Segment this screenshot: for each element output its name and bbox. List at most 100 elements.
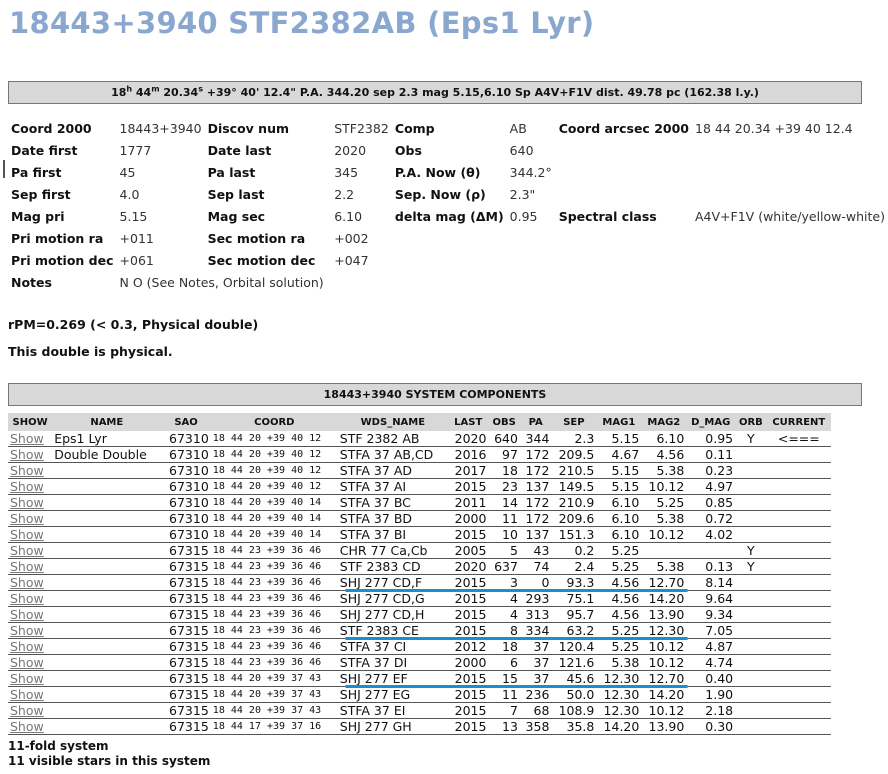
info-value <box>507 249 556 271</box>
cell-current <box>766 654 831 671</box>
show-link[interactable]: Show <box>10 703 44 718</box>
info-value: 345 <box>334 164 359 180</box>
cell-name <box>52 478 162 495</box>
cell-current <box>766 494 831 511</box>
cell-d-mag: 2.18 <box>686 702 736 719</box>
cell-orb: Y <box>735 558 767 575</box>
show-link[interactable]: Show <box>10 479 44 494</box>
show-link[interactable]: Show <box>10 591 44 606</box>
cell-d-mag: 8.14 <box>686 574 736 591</box>
cell-current <box>766 510 831 527</box>
show-link[interactable]: Show <box>10 671 44 686</box>
cell-pa: 37 <box>519 654 552 671</box>
cell-d-mag: 0.11 <box>686 446 736 463</box>
show-link[interactable]: Show <box>10 655 44 670</box>
show-link[interactable]: Show <box>10 687 44 702</box>
show-link[interactable]: Show <box>10 511 44 526</box>
visible-stars-text: 11 visible stars in this system <box>8 754 211 768</box>
show-link[interactable]: Show <box>10 623 44 638</box>
cell-current <box>766 462 831 479</box>
cell-name <box>52 654 162 671</box>
column-header: ORB <box>735 413 767 431</box>
cell-current <box>766 670 831 687</box>
cell-coord: 18 44 20 +39 40 12 <box>210 462 338 479</box>
show-cell: Show <box>8 478 53 495</box>
info-label: Notes <box>11 274 52 290</box>
cell-d-mag: 0.85 <box>686 494 736 511</box>
table-row: Show 67315 18 44 23 +39 36 46 STF 2383 CD 20… <box>8 558 831 575</box>
cell-orb <box>735 702 767 719</box>
cell-mag1: 5.15 <box>596 431 642 447</box>
cell-sao: 67315 <box>161 638 211 655</box>
cell-coord: 18 44 23 +39 36 46 <box>210 558 338 575</box>
cell-d-mag: 9.64 <box>686 590 736 607</box>
cell-current <box>766 542 831 559</box>
cell-current <box>766 686 831 703</box>
cell-last: 2005 <box>447 542 489 559</box>
table-row: Show 67310 18 44 20 +39 40 12 STFA 37 AI 201… <box>8 478 831 495</box>
cell-coord: 18 44 20 +39 40 12 <box>210 446 338 463</box>
info-row: Coord 2000 18443+3940 Discov num STF2382 Com… <box>8 117 888 139</box>
show-link[interactable]: Show <box>10 463 44 478</box>
column-header: WDS_NAME <box>337 413 448 431</box>
show-link[interactable]: Show <box>10 447 44 462</box>
cell-d-mag: 4.02 <box>686 526 736 543</box>
cell-sep: 210.9 <box>551 494 597 511</box>
cell-wds-name: STFA 37 AB,CD <box>337 446 448 463</box>
cell-sep: 121.6 <box>551 654 597 671</box>
cell-mag1: 5.15 <box>596 462 642 479</box>
info-label <box>556 161 692 183</box>
cell-coord: 18 44 23 +39 36 46 <box>210 638 338 655</box>
cell-sep: 120.4 <box>551 638 597 655</box>
cell-orb <box>735 654 767 671</box>
info-row: Pa first 45 Pa last 345 P.A. Now (θ) 344.2° <box>8 161 888 183</box>
column-header: MAG1 <box>596 413 642 431</box>
cell-mag1: 12.30 <box>596 702 642 719</box>
info-row: Date first 1777 Date last 2020 Obs 640 <box>8 139 888 161</box>
cell-coord: 18 44 23 +39 36 46 <box>210 654 338 671</box>
cell-mag1: 5.38 <box>596 654 642 671</box>
show-link[interactable]: Show <box>10 559 44 574</box>
show-link[interactable]: Show <box>10 527 44 542</box>
cell-coord: 18 44 20 +39 40 14 <box>210 494 338 511</box>
ra-seconds: 20.34 <box>159 86 199 99</box>
show-link[interactable]: Show <box>10 495 44 510</box>
cell-pa: 137 <box>519 526 552 543</box>
info-row: Pri motion ra +011 Sec motion ra +002 <box>8 227 888 249</box>
info-label: Discov num <box>207 120 289 136</box>
cell-mag1: 6.10 <box>596 526 642 543</box>
cell-orb <box>735 478 767 495</box>
cell-wds-name: STF 2382 AB <box>337 431 448 447</box>
cell-pa: 172 <box>519 510 552 527</box>
cell-d-mag: 0.72 <box>686 510 736 527</box>
info-label <box>556 227 692 249</box>
cell-current <box>766 606 831 623</box>
table-row: Show 67315 18 44 23 +39 36 46 SHJ 277 CD,H 2… <box>8 606 831 623</box>
info-row: Pri motion dec +061 Sec motion dec +047 <box>8 249 888 271</box>
cell-wds-name: STFA 37 BI <box>337 526 448 543</box>
show-link[interactable]: Show <box>10 607 44 622</box>
show-link[interactable]: Show <box>10 639 44 654</box>
show-link[interactable]: Show <box>10 719 44 734</box>
cell-obs: 637 <box>488 558 520 575</box>
info-value: 344.2° <box>509 164 552 180</box>
cell-mag2: 10.12 <box>641 654 687 671</box>
cell-last: 2015 <box>447 478 489 495</box>
show-link[interactable]: Show <box>10 575 44 590</box>
show-cell: Show <box>8 638 53 655</box>
show-link[interactable]: Show <box>10 543 44 558</box>
table-row: Show 67310 18 44 20 +39 40 14 STFA 37 BI 201… <box>8 526 831 543</box>
cell-orb <box>735 718 767 735</box>
table-row: Show 67310 18 44 20 +39 40 12 STFA 37 AD 201… <box>8 462 831 479</box>
cell-wds-name: STFA 37 CI <box>337 638 448 655</box>
column-header: SHOW <box>8 413 53 431</box>
cell-mag1: 5.25 <box>596 638 642 655</box>
cell-pa: 172 <box>519 446 552 463</box>
cell-mag1: 12.30 <box>596 686 642 703</box>
show-cell: Show <box>8 526 53 543</box>
info-label <box>556 249 692 271</box>
cell-d-mag: 0.95 <box>686 431 736 447</box>
cell-last: 2020 <box>447 558 489 575</box>
cell-current <box>766 718 831 735</box>
show-link[interactable]: Show <box>10 431 44 446</box>
